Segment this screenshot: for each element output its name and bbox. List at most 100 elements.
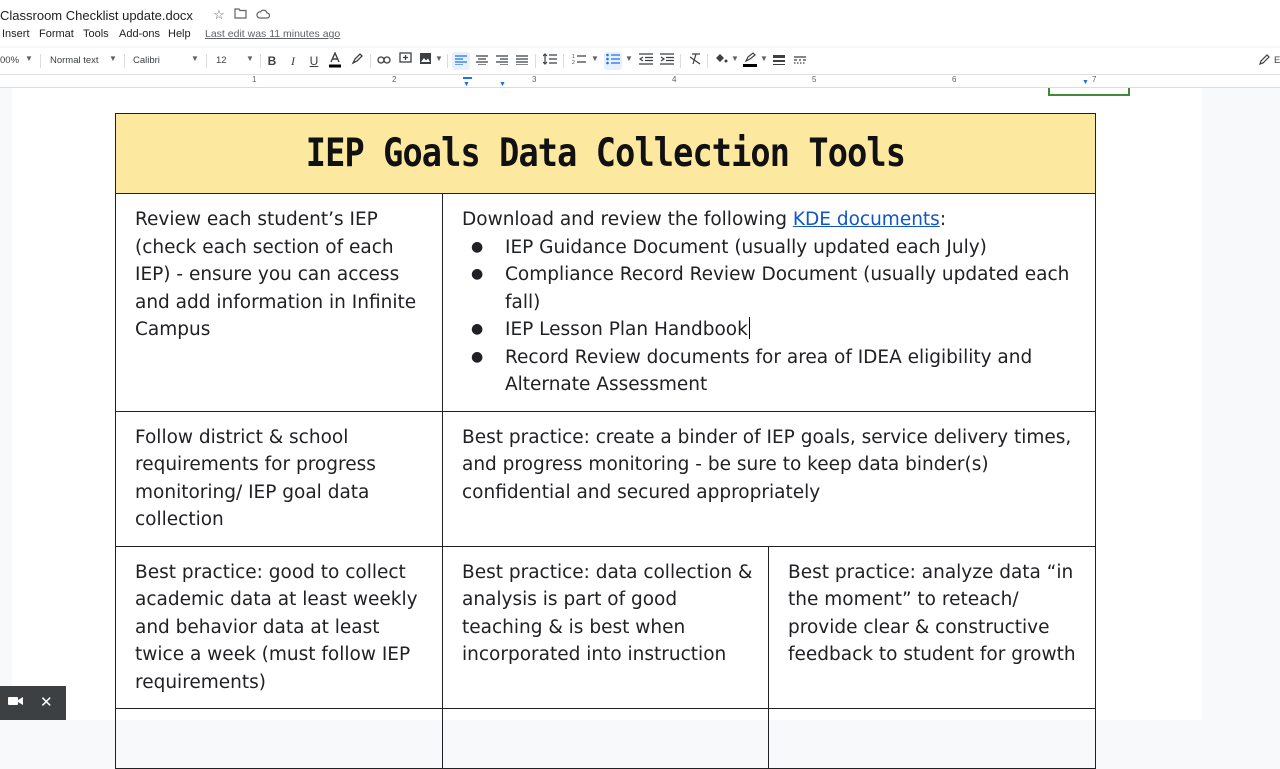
border-width-icon[interactable] <box>770 52 788 70</box>
cell-text: Best practice: good to collect academic … <box>135 561 418 693</box>
menu-add-ons[interactable]: Add-ons <box>119 28 160 40</box>
table-cell[interactable]: Best practice: analyze data “in the mome… <box>767 545 1097 709</box>
cell-text: : <box>939 209 947 230</box>
chevron-down-icon: ▼ <box>435 54 443 63</box>
list-item-text: Record Review documents for area of IDEA… <box>505 346 1033 396</box>
first-line-indent-marker[interactable] <box>463 77 472 79</box>
list-item: Compliance Record Review Document (usual… <box>471 261 1083 316</box>
edit-mode-pencil-icon[interactable] <box>1256 52 1274 70</box>
align-right-icon[interactable] <box>493 52 511 70</box>
table-row: Review each student’s IEP (check each se… <box>115 193 1097 412</box>
ruler-number: 6 <box>952 75 957 84</box>
table-row <box>115 708 1097 769</box>
italic-icon[interactable]: I <box>284 52 302 70</box>
table-cell[interactable] <box>442 708 769 769</box>
zoom-select[interactable]: 00% <box>0 55 19 66</box>
recording-controls: ✕ <box>0 686 66 720</box>
highlight-icon[interactable] <box>348 52 366 70</box>
cell-text: Best practice: data collection & analysi… <box>462 561 753 666</box>
right-indent-marker[interactable]: ▼ <box>1082 79 1089 86</box>
page-gutter <box>1202 88 1280 720</box>
menu-insert[interactable]: Insert <box>2 28 30 40</box>
ruler-number: 2 <box>392 75 397 84</box>
chevron-down-icon: ▼ <box>109 54 117 63</box>
left-indent-marker[interactable]: ▼ <box>463 81 470 88</box>
toolbar-divider <box>563 54 564 68</box>
table-cell[interactable]: Review each student’s IEP (check each se… <box>115 193 443 412</box>
increase-indent-icon[interactable] <box>658 52 676 70</box>
close-icon[interactable]: ✕ <box>40 694 53 712</box>
list-item: Record Review documents for area of IDEA… <box>471 344 1083 399</box>
document-title[interactable]: Classroom Checklist update.docx <box>0 8 193 23</box>
clear-formatting-icon[interactable] <box>686 52 704 70</box>
menu-tools[interactable]: Tools <box>83 28 109 40</box>
table-cell[interactable]: Best practice: create a binder of IEP go… <box>441 410 1097 547</box>
font-select[interactable]: Calibri <box>133 55 160 66</box>
add-comment-icon[interactable] <box>396 52 414 70</box>
folder-move-icon[interactable] <box>232 7 248 23</box>
svg-text:2: 2 <box>572 60 575 65</box>
toolbar-divider <box>535 54 536 68</box>
text-cursor <box>748 317 750 339</box>
toolbar-divider <box>707 54 708 68</box>
font-size-select[interactable]: 12 <box>216 55 227 66</box>
chevron-down-icon: ▼ <box>191 54 199 63</box>
align-justify-icon[interactable] <box>513 52 531 70</box>
cell-text: Best practice: create a binder of IEP go… <box>462 426 1072 503</box>
table-cell[interactable] <box>115 708 443 769</box>
numbered-list-icon[interactable]: 12 <box>570 52 588 70</box>
bulleted-list-icon[interactable] <box>604 52 622 70</box>
table-row: Follow district & school requirements fo… <box>115 410 1097 547</box>
cloud-status-icon[interactable] <box>255 7 271 23</box>
edit-mode-label[interactable]: E <box>1274 55 1280 66</box>
align-center-icon[interactable] <box>473 52 491 70</box>
last-edit-link[interactable]: Last edit was 11 minutes ago <box>205 28 340 40</box>
chevron-down-icon: ▼ <box>625 54 633 63</box>
chevron-down-icon: ▼ <box>25 54 33 63</box>
toolbar-divider <box>370 54 371 68</box>
ruler-number: 4 <box>672 75 677 84</box>
list-item-text: IEP Guidance Document (usually updated e… <box>505 236 987 258</box>
ruler-number: 7 <box>1092 75 1097 84</box>
menu-format[interactable]: Format <box>39 28 74 40</box>
toolbar-divider <box>680 54 681 68</box>
cell-text: Review each student’s IEP (check each se… <box>135 209 417 340</box>
ruler-number: 1 <box>252 75 257 84</box>
link-icon[interactable] <box>375 52 393 70</box>
insert-image-icon[interactable] <box>416 52 434 70</box>
kde-documents-list: IEP Guidance Document (usually updated e… <box>462 234 1083 399</box>
table-cell[interactable]: Follow district & school requirements fo… <box>115 410 443 547</box>
text-color-icon[interactable] <box>326 51 344 70</box>
border-dash-icon[interactable] <box>791 52 809 70</box>
cell-text: Best practice: analyze data “in the mome… <box>788 561 1076 666</box>
align-left-icon[interactable] <box>452 52 470 70</box>
table-header-row: IEP Goals Data Collection Tools <box>114 113 1097 194</box>
table-cell[interactable]: Best practice: data collection & analysi… <box>442 545 769 709</box>
decrease-indent-icon[interactable] <box>637 52 655 70</box>
star-icon[interactable]: ☆ <box>211 7 227 23</box>
cell-text: Download and review the following <box>462 209 793 230</box>
checklist-table: IEP Goals Data Collection Tools Review e… <box>114 113 1097 769</box>
chevron-down-icon: ▼ <box>246 54 254 63</box>
table-cell[interactable] <box>767 708 1097 769</box>
style-select[interactable]: Normal text <box>50 55 99 66</box>
line-spacing-icon[interactable] <box>541 52 559 70</box>
table-row: Best practice: good to collect academic … <box>115 545 1097 709</box>
table-cell[interactable]: Download and review the following KDE do… <box>441 193 1097 412</box>
cell-background-icon[interactable] <box>712 52 730 70</box>
video-camera-icon[interactable] <box>8 694 24 712</box>
toolbar-divider <box>260 54 261 68</box>
menu-help[interactable]: Help <box>168 28 191 40</box>
table-cell[interactable]: Best practice: good to collect academic … <box>115 545 443 709</box>
chevron-down-icon: ▼ <box>760 54 768 63</box>
tab-stop-marker[interactable]: ▼ <box>499 81 506 88</box>
list-item-text: IEP Lesson Plan Handbook <box>505 319 748 340</box>
kde-documents-link[interactable]: KDE documents <box>793 209 940 230</box>
border-color-icon[interactable] <box>741 52 759 70</box>
horizontal-ruler[interactable]: 1 2 3 4 5 6 7 ▼ ▼ ▼ <box>0 75 1280 88</box>
bold-icon[interactable]: B <box>263 52 281 70</box>
ruler-number: 5 <box>812 75 817 84</box>
table-header-cell[interactable]: IEP Goals Data Collection Tools <box>114 113 1097 194</box>
previous-content-box <box>1048 88 1130 96</box>
underline-icon[interactable]: U <box>305 52 323 70</box>
